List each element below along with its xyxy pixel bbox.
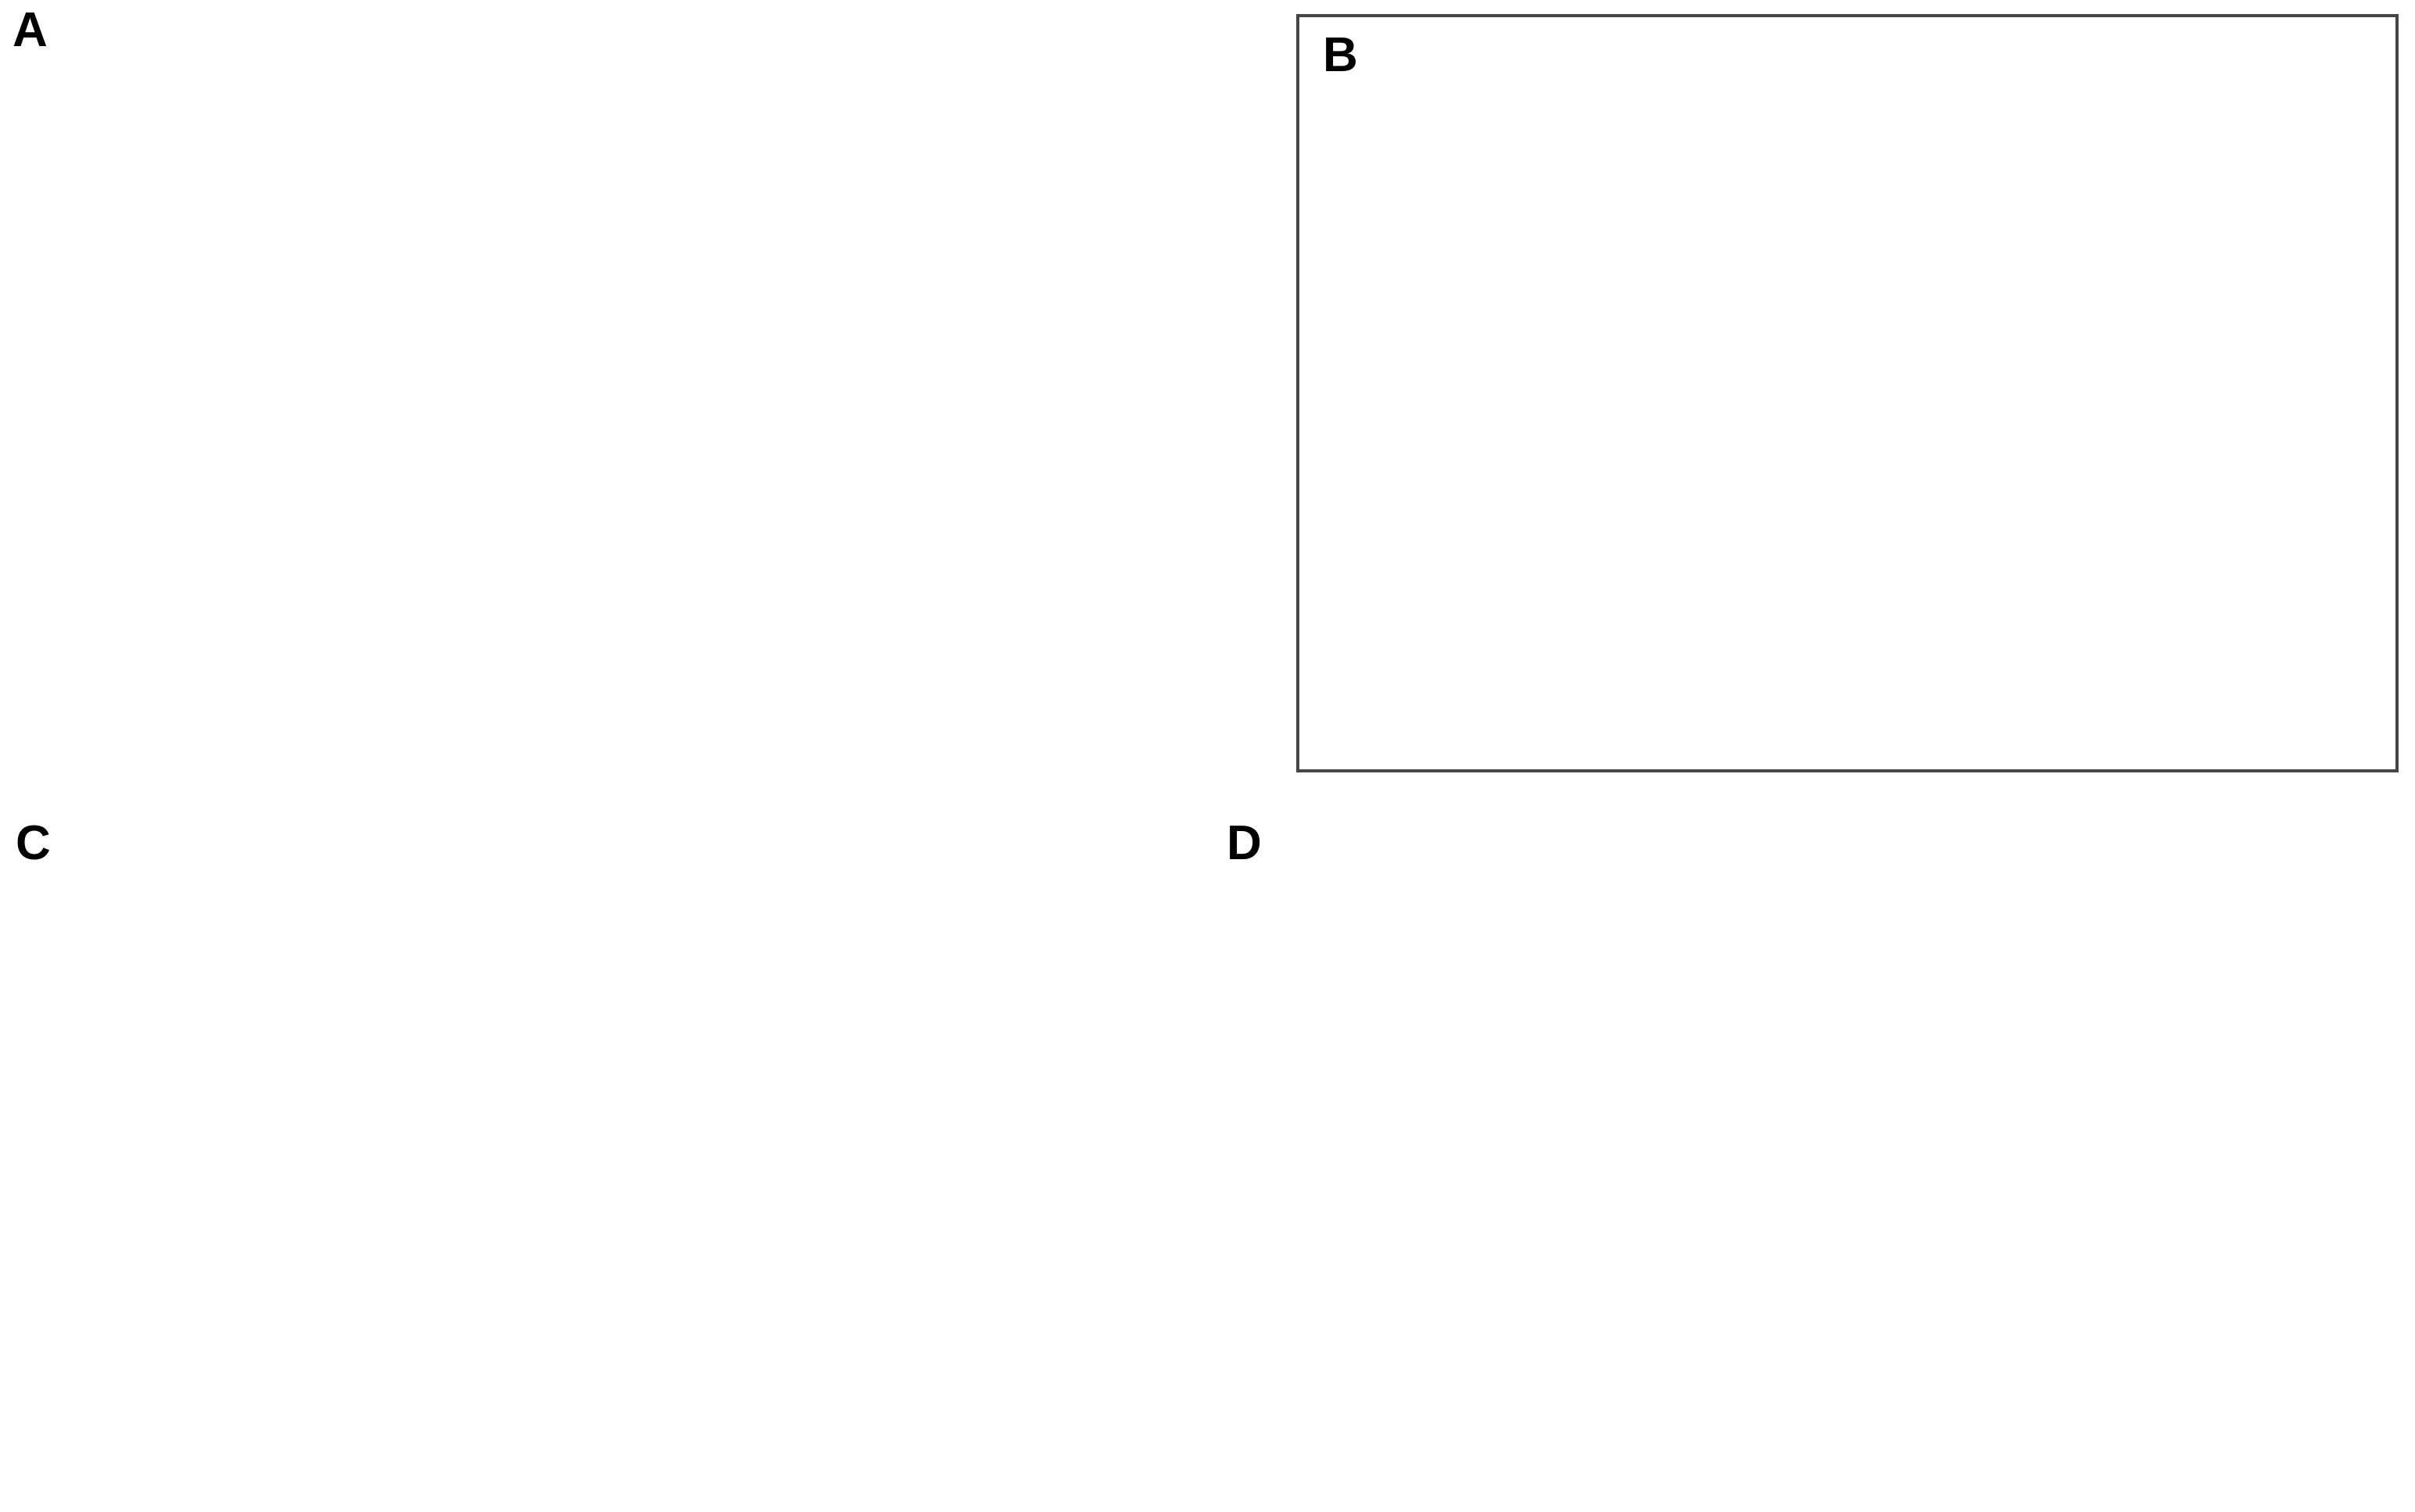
network-frame [1296, 14, 2399, 772]
panel-c-univariate-forest: C [0, 797, 1204, 1512]
network-graph [1299, 17, 2395, 769]
panel-a-heatmap: A [0, 0, 1267, 797]
panel-b-network: B [1282, 0, 2415, 790]
panel-d-letter: D [1227, 816, 1262, 870]
panel-a-letter: A [13, 3, 48, 57]
expression-heatmap [86, 156, 1005, 774]
colorbar-gradient [1120, 9, 1143, 314]
panel-b-letter: B [1323, 28, 1358, 82]
panel-c-letter: C [16, 816, 51, 870]
annotation-tracks [86, 6, 1005, 151]
gene-dendrogram [6, 156, 84, 774]
panel-d-multivariate-forest: D [1211, 797, 2415, 1512]
